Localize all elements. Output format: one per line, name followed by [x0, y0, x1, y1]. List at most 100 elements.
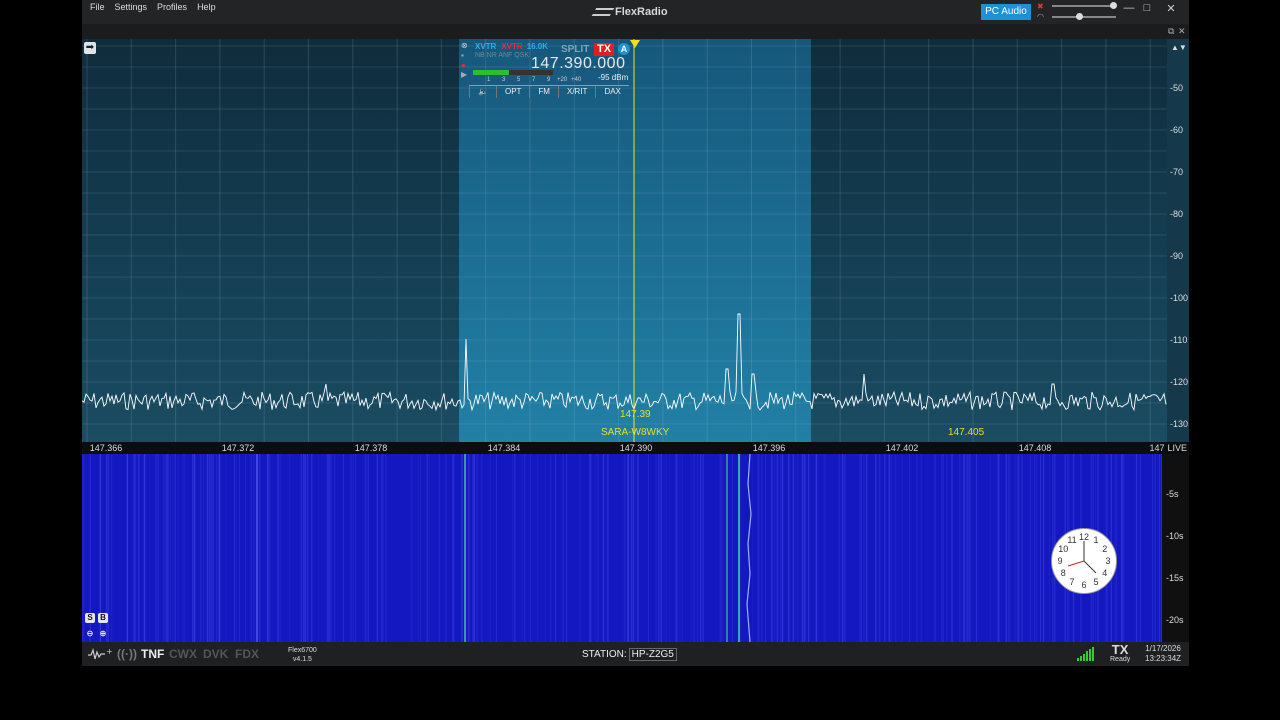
memory-spot-label[interactable]: 147.405	[948, 427, 984, 438]
clock-number: 12	[1078, 532, 1090, 542]
maximize-button[interactable]: □	[1140, 2, 1154, 14]
opt-button[interactable]: OPT	[495, 86, 529, 98]
brand-name: FlexRadio	[615, 6, 668, 18]
station-info: STATION: HP-Z2G5	[582, 648, 677, 661]
clock-number: 2	[1102, 544, 1108, 554]
app-brand: FlexRadio	[591, 6, 668, 18]
s-meter-fill	[473, 70, 509, 75]
waterfall-streak	[746, 454, 752, 642]
panadapter-header: ⧉ ✕	[82, 24, 1189, 39]
spot-label[interactable]: SARA-W8WKY	[601, 427, 669, 438]
clock-number: 3	[1105, 556, 1111, 566]
menu-file[interactable]: File	[90, 2, 105, 12]
xvtr-tx-label: XVTR	[501, 42, 523, 51]
headphone-volume-slider[interactable]	[1052, 13, 1116, 20]
waveform-icon[interactable]: +	[88, 647, 114, 661]
meter-tick: 3	[502, 77, 506, 83]
close-button[interactable]: ✕	[1164, 2, 1178, 15]
freq-label: 147.408	[1018, 443, 1052, 453]
freq-label: 147.372	[221, 443, 255, 453]
pan-close-icon[interactable]: ✕	[1178, 26, 1186, 37]
freq-label: 147	[1149, 443, 1165, 453]
waterfall-time-scale: -5s -10s -15s -20s	[1162, 454, 1189, 642]
play-icon[interactable]: ▶	[461, 70, 467, 79]
clock-number: 5	[1093, 576, 1099, 587]
tx-status[interactable]: TX Ready	[1110, 643, 1130, 664]
headphone-icon[interactable]: ◠	[1037, 12, 1047, 21]
menu-profiles[interactable]: Profiles	[157, 2, 187, 12]
menu-help[interactable]: Help	[197, 2, 216, 12]
freq-label: 147.378	[354, 443, 388, 453]
wireless-icon[interactable]: ((·))	[117, 647, 137, 661]
master-volume-knob[interactable]	[1110, 2, 1117, 9]
xrit-button[interactable]: X/RIT	[557, 86, 595, 98]
zoom-out-icon[interactable]: ⊖	[85, 629, 95, 639]
clock-widget: 12 1 2 3 4 5 6 7 8 9 10 11	[1051, 528, 1117, 594]
s-button[interactable]: S	[85, 613, 95, 623]
split-button[interactable]: SPLIT	[561, 44, 589, 55]
meter-tick: 1	[487, 77, 491, 83]
lock-icon[interactable]: ▪	[461, 51, 464, 60]
xvtr-rx-label: XVTR	[475, 42, 497, 51]
slice-letter-badge[interactable]: A	[618, 43, 630, 55]
scale-arrows-icon[interactable]: ▲▼	[1171, 43, 1187, 52]
db-label: -120	[1170, 377, 1189, 387]
freq-label: 147.384	[487, 443, 521, 453]
db-label: -70	[1170, 167, 1184, 177]
pc-audio-button[interactable]: PC Audio	[981, 4, 1031, 20]
menu-settings[interactable]: Settings	[115, 2, 148, 12]
status-bar: + ((·)) TNF CWX DVK FDX Flex6700 v4.1.5 …	[82, 642, 1189, 666]
tx-ready-label: Ready	[1110, 656, 1131, 663]
signal-strength-icon	[1077, 647, 1094, 661]
dax-button[interactable]: DAX	[595, 86, 628, 98]
tx-label: TX	[1111, 642, 1129, 657]
clock-number: 11	[1067, 535, 1077, 546]
db-label: -110	[1170, 335, 1188, 345]
freq-label: 147.396	[752, 443, 786, 453]
menu-bar: File Settings Profiles Help	[90, 2, 216, 12]
headphone-volume-knob[interactable]	[1076, 13, 1083, 20]
slice-button-row: 🔈 OPT FM X/RIT DAX	[469, 85, 629, 98]
radio-info[interactable]: Flex6700 v4.1.5	[288, 646, 317, 664]
audio-speaker-button[interactable]: 🔈	[469, 86, 496, 98]
zoom-in-icon[interactable]: ⊕	[98, 629, 108, 639]
svg-text:+: +	[106, 647, 113, 656]
master-volume-slider[interactable]	[1052, 2, 1117, 9]
close-slice-icon[interactable]: ⊗	[461, 41, 468, 50]
dsp-modes: NB NR ANF QSK	[475, 52, 530, 59]
waterfall[interactable]	[82, 454, 1162, 642]
date-time: 1/17/2026 13:23:34Z	[1145, 644, 1181, 664]
pan-restore-icon[interactable]: ⧉	[1168, 26, 1174, 37]
b-button[interactable]: B	[98, 613, 108, 623]
clock-number: 4	[1102, 568, 1108, 578]
panadapter[interactable]	[82, 39, 1167, 442]
freq-label: 147.402	[885, 443, 919, 453]
station-name[interactable]: HP-Z2G5	[628, 648, 677, 661]
flexradio-logo-icon	[591, 8, 615, 17]
radio-model: Flex6700	[288, 647, 317, 654]
frequency-axis[interactable]: 147.366 147.372 147.378 147.384 147.390 …	[82, 442, 1189, 454]
db-label: -130	[1170, 419, 1189, 429]
slice-flags-row: XVTR XVTR 16.0K	[475, 42, 548, 51]
clock-number: 9	[1057, 556, 1063, 566]
time-label: -20s	[1166, 615, 1184, 625]
live-label: LIVE	[1167, 443, 1187, 453]
db-scale[interactable]: ▲▼ -50 -60 -70 -80 -90 -100 -110 -120 -1…	[1167, 39, 1189, 442]
dvk-button[interactable]: DVK	[203, 647, 228, 661]
db-label: -60	[1170, 125, 1184, 135]
mode-button[interactable]: FM	[529, 86, 558, 98]
time-label: 13:23:34Z	[1145, 654, 1182, 663]
fdx-button[interactable]: FDX	[235, 647, 259, 661]
db-label: -80	[1170, 209, 1184, 219]
speaker-muted-icon[interactable]: ✖	[1037, 2, 1047, 11]
minimize-button[interactable]: —	[1122, 2, 1136, 14]
station-label: STATION:	[582, 649, 627, 660]
clock-number: 10	[1058, 544, 1069, 554]
clock-number: 6	[1081, 580, 1087, 590]
record-icon[interactable]: ●	[461, 61, 466, 70]
signal-dbm: -95 dBm	[598, 73, 629, 82]
tnf-button[interactable]: TNF	[141, 647, 164, 661]
expand-arrow-icon[interactable]: ➡	[84, 42, 96, 54]
cwx-button[interactable]: CWX	[169, 647, 197, 661]
spectrum-plot	[82, 39, 1167, 442]
